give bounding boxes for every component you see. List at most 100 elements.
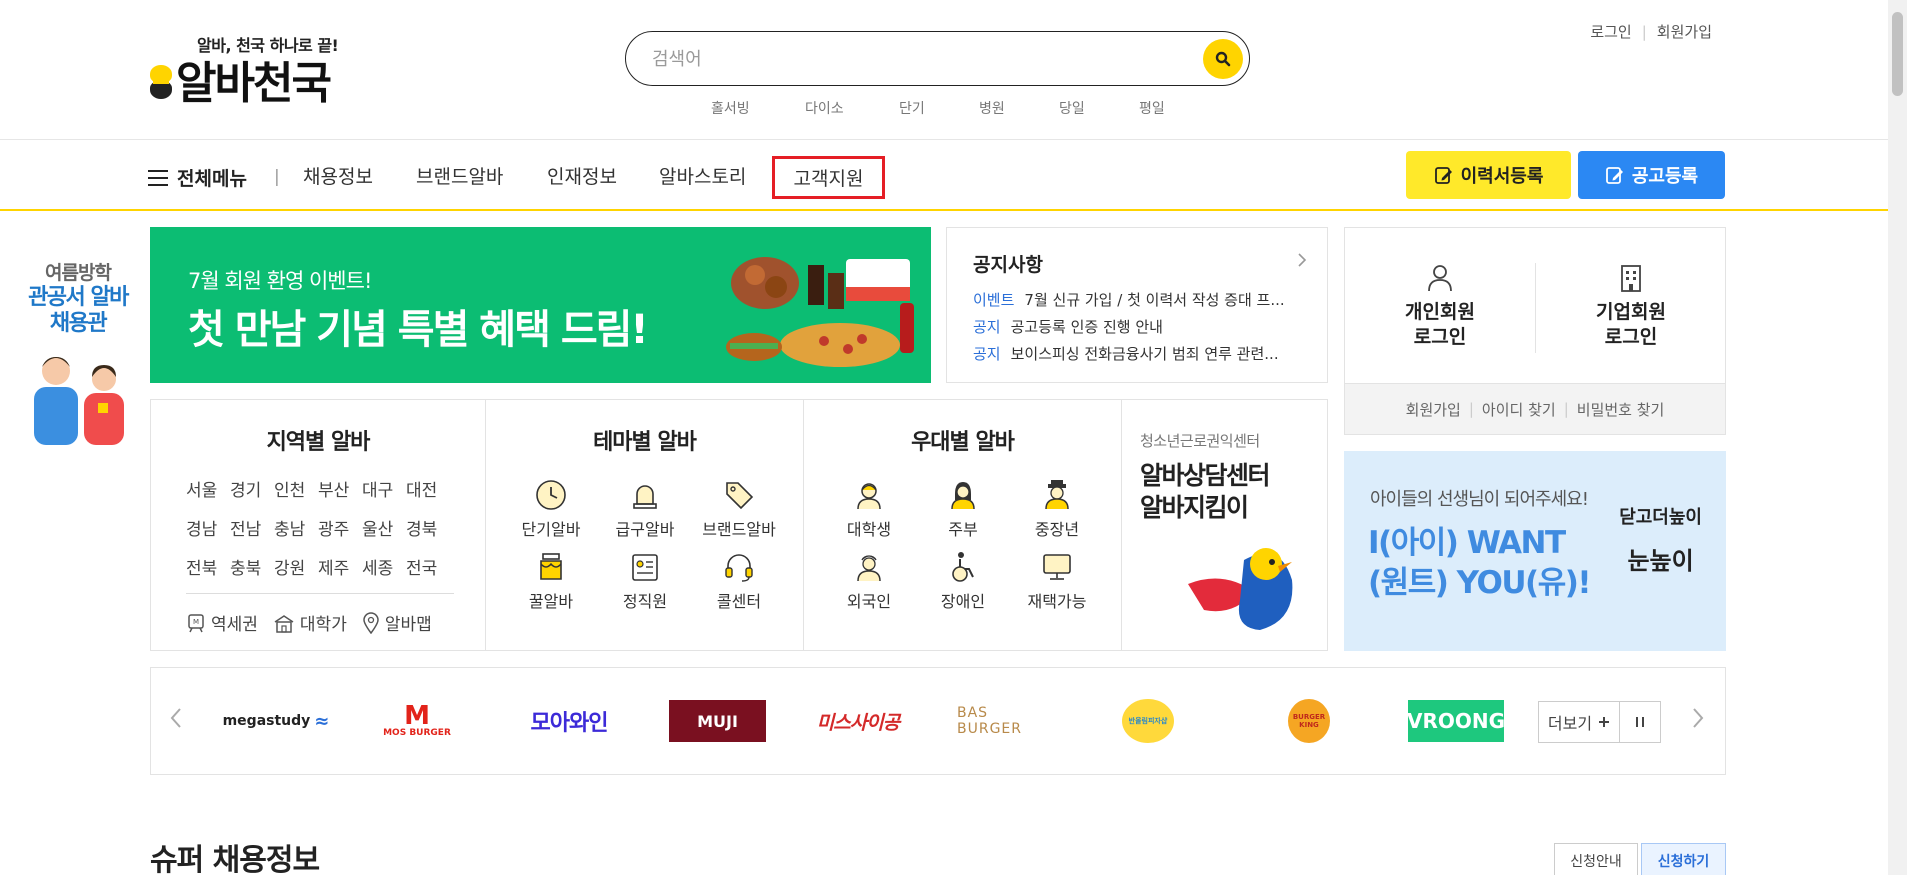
side-promo-banner[interactable]: 여름방학 관공서 알바 채용관 <box>18 258 138 448</box>
company-login-line2: 로그인 <box>1604 326 1658 348</box>
ad-brand-logo: 닫고더높이 눈높이 <box>1619 503 1702 576</box>
notice-item[interactable]: 공지 공고등록 인증 진행 안내 <box>973 316 1309 343</box>
search-input[interactable] <box>652 46 1172 72</box>
side-promo-line1: 여름방학 <box>45 262 112 284</box>
theme-label: 단기알바 <box>521 520 581 539</box>
ad-brand-bottom: 눈높이 <box>1627 547 1694 575</box>
region-link[interactable]: 세종 <box>362 554 406 579</box>
alba-map-link[interactable]: 알바맵 <box>362 610 432 635</box>
nav-item-support[interactable]: 고객지원 <box>772 156 885 199</box>
student-icon <box>857 483 881 510</box>
brand-logo[interactable]: BAS BURGER <box>957 700 1057 742</box>
region-link[interactable]: 충남 <box>274 515 318 540</box>
region-link[interactable]: 전남 <box>230 515 274 540</box>
theme-item[interactable]: 단기알바 <box>504 478 598 540</box>
theme-grid: 단기알바 급구알바 브랜드알바 꿀알바 정직원 콜센터 <box>504 478 786 612</box>
region-link[interactable]: 부산 <box>318 476 362 501</box>
category-panel: 지역별 알바 서울 경기 인천 부산 대구 대전 경남 전남 충남 광주 울산 … <box>150 399 1328 651</box>
brand-logo[interactable]: 모아와인 <box>519 700 619 742</box>
chevron-right-icon[interactable] <box>1297 252 1307 268</box>
brand-logo[interactable]: M MOS BURGER <box>382 700 452 742</box>
brand-logo[interactable]: VROONG <box>1407 700 1505 742</box>
more-brands-label: 더보기 <box>1547 714 1593 733</box>
theme-item[interactable]: 브랜드알바 <box>692 478 786 540</box>
theme-item[interactable]: 콜센터 <box>692 550 786 612</box>
login-link[interactable]: 로그인 <box>1590 21 1631 42</box>
resume-register-label: 이력서등록 <box>1460 166 1544 187</box>
brand-logo[interactable]: 미스사이공 <box>813 700 903 742</box>
region-link[interactable]: 경북 <box>406 515 450 540</box>
youth-center-banner[interactable]: 청소년근로권익센터 알바상담센터 알바지킴이 <box>1122 400 1327 650</box>
region-link[interactable]: 대구 <box>362 476 406 501</box>
region-link[interactable]: 광주 <box>318 515 362 540</box>
logo[interactable]: 알바천국 <box>148 52 332 109</box>
region-link[interactable]: 충북 <box>230 554 274 579</box>
benefit-item[interactable]: 재택가능 <box>1010 550 1104 612</box>
keyword-link[interactable]: 당일 <box>1059 98 1085 118</box>
wheelchair-icon <box>952 552 974 582</box>
keyword-link[interactable]: 홀서빙 <box>711 98 750 118</box>
benefit-item[interactable]: 대학생 <box>822 478 916 540</box>
resume-register-button[interactable]: 이력서등록 <box>1406 151 1571 199</box>
region-link[interactable]: 인천 <box>274 476 318 501</box>
search-button[interactable] <box>1203 39 1243 79</box>
station-area-link[interactable]: M 역세권 <box>186 610 258 635</box>
nav-item-talent[interactable]: 인재정보 <box>547 162 617 189</box>
benefit-label: 대학생 <box>846 520 892 539</box>
theme-item[interactable]: 정직원 <box>598 550 692 612</box>
benefit-item[interactable]: 장애인 <box>916 550 1010 612</box>
keyword-link[interactable]: 병원 <box>979 98 1005 118</box>
notice-item[interactable]: 이벤트 7월 신규 가입 / 첫 이력서 작성 증대 프... <box>973 289 1309 316</box>
apply-guide-button[interactable]: 신청안내 <box>1554 843 1638 875</box>
pause-icon <box>1636 717 1644 727</box>
theme-item[interactable]: 급구알바 <box>598 478 692 540</box>
company-login-button[interactable]: 기업회원 로그인 <box>1536 263 1726 350</box>
chevron-left-icon[interactable] <box>169 706 183 730</box>
keyword-link[interactable]: 다이소 <box>805 98 844 118</box>
food-illustration-icon <box>726 257 914 367</box>
notice-title[interactable]: 공지사항 <box>973 250 1301 277</box>
nav-item-jobs[interactable]: 채용정보 <box>303 162 373 189</box>
keyword-link[interactable]: 단기 <box>899 98 925 118</box>
header: 알바, 천국 하나로 끝! 알바천국 홀서빙 다이소 단기 병원 당일 평일 로… <box>0 0 1888 140</box>
region-link[interactable]: 대전 <box>406 476 450 501</box>
notice-item[interactable]: 공지 보이스피싱 전화금융사기 범죄 연루 관련... <box>973 343 1309 370</box>
signup-link[interactable]: 회원가입 <box>1657 21 1712 42</box>
brand-logo[interactable]: 반올림피자샵 <box>1122 699 1174 743</box>
brand-logo[interactable]: MUJI <box>669 700 766 742</box>
scrollbar-thumb[interactable] <box>1892 12 1903 96</box>
find-id-link[interactable]: 아이디 찾기 <box>1482 399 1556 420</box>
apply-button[interactable]: 신청하기 <box>1641 843 1726 875</box>
find-password-link[interactable]: 비밀번호 찾기 <box>1577 399 1665 420</box>
job-post-button[interactable]: 공고등록 <box>1578 151 1725 199</box>
chevron-right-icon[interactable] <box>1691 706 1705 730</box>
region-link[interactable]: 울산 <box>362 515 406 540</box>
theme-label: 정직원 <box>622 592 668 611</box>
signup-link[interactable]: 회원가입 <box>1406 399 1461 420</box>
ad-banner[interactable]: 아이들의 선생님이 되어주세요! I(아이) WANT (원트) YOU(유)!… <box>1344 451 1726 651</box>
region-link[interactable]: 제주 <box>318 554 362 579</box>
vertical-scrollbar[interactable] <box>1888 0 1907 875</box>
region-link[interactable]: 경기 <box>230 476 274 501</box>
college-area-link[interactable]: 대학가 <box>273 610 347 635</box>
more-brands-button[interactable]: 더보기 <box>1538 701 1620 743</box>
region-link[interactable]: 서울 <box>186 476 230 501</box>
region-link[interactable]: 전북 <box>186 554 230 579</box>
region-link[interactable]: 경남 <box>186 515 230 540</box>
pause-button[interactable] <box>1619 701 1661 743</box>
benefit-item[interactable]: 주부 <box>916 478 1010 540</box>
all-menu-button[interactable]: 전체메뉴 <box>148 164 247 191</box>
benefit-item[interactable]: 외국인 <box>822 550 916 612</box>
nav-item-brand[interactable]: 브랜드알바 <box>416 162 503 189</box>
brand-logo[interactable]: BURGER KING <box>1288 699 1330 743</box>
side-promo-line2: 관공서 알바 <box>28 285 129 310</box>
brand-logo[interactable]: megastudy ≈ <box>221 700 331 742</box>
keyword-link[interactable]: 평일 <box>1139 98 1165 118</box>
region-link[interactable]: 전국 <box>406 554 450 579</box>
benefit-item[interactable]: 중장년 <box>1010 478 1104 540</box>
nav-item-story[interactable]: 알바스토리 <box>659 162 746 189</box>
theme-item[interactable]: 꿀알바 <box>504 550 598 612</box>
region-link[interactable]: 강원 <box>274 554 318 579</box>
personal-login-button[interactable]: 개인회원 로그인 <box>1345 263 1535 350</box>
event-banner[interactable]: 7월 회원 환영 이벤트! 첫 만남 기념 특별 혜택 드림! <box>150 227 931 383</box>
